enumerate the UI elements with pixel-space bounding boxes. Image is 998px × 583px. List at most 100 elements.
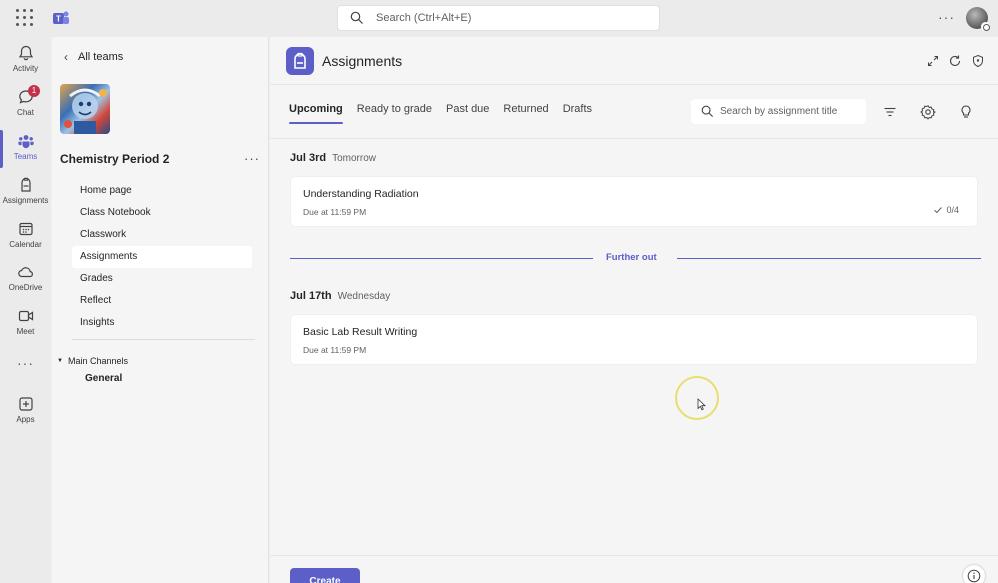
- assignment-tabs: Upcoming Ready to grade Past due Returne…: [289, 103, 606, 127]
- info-button[interactable]: [963, 565, 985, 583]
- divider: [72, 339, 255, 340]
- rail-label: Assignments: [2, 196, 49, 205]
- rail-item-teams[interactable]: Teams: [0, 128, 51, 170]
- top-bar: T ···: [0, 0, 998, 37]
- info-icon: [967, 569, 981, 583]
- app-launcher-icon[interactable]: [16, 9, 34, 27]
- tab-past-due[interactable]: Past due: [446, 103, 489, 124]
- cloud-icon: [17, 267, 33, 278]
- team-panel: ‹ All teams Chemistry Period 2 ··· Home …: [52, 37, 269, 583]
- rail-label: OneDrive: [8, 283, 43, 292]
- team-more-options-icon[interactable]: ···: [244, 151, 260, 166]
- gear-icon[interactable]: [920, 104, 936, 120]
- assignment-search[interactable]: [691, 99, 866, 124]
- team-avatar: [60, 84, 110, 134]
- more-apps-icon[interactable]: ···: [0, 355, 51, 371]
- search-icon: [350, 11, 363, 24]
- mouse-pointer-icon: [697, 398, 706, 411]
- group-relative-date: Tomorrow: [332, 153, 376, 164]
- all-teams-label: All teams: [78, 51, 124, 63]
- tab-upcoming[interactable]: Upcoming: [289, 103, 343, 124]
- tab-ready-to-grade[interactable]: Ready to grade: [357, 103, 432, 124]
- team-name: Chemistry Period 2: [60, 152, 170, 166]
- rail-label: Meet: [16, 327, 35, 336]
- app-rail: Activity 1 Chat Teams Assignments Calend…: [0, 37, 51, 583]
- group-relative-date: Wednesday: [337, 291, 391, 302]
- global-search-input[interactable]: [376, 12, 636, 24]
- nav-item-classwork[interactable]: Classwork: [72, 224, 252, 246]
- caret-down-icon: ▼: [57, 358, 63, 364]
- chat-unread-badge: 1: [28, 85, 40, 97]
- assignment-due: Due at 11:59 PM: [303, 345, 367, 355]
- teams-logo-icon: T: [53, 11, 69, 24]
- rail-item-apps[interactable]: Apps: [0, 391, 51, 433]
- rail-label: Calendar: [9, 240, 42, 249]
- profile-avatar[interactable]: [966, 7, 990, 31]
- rail-item-meet[interactable]: Meet: [0, 303, 51, 345]
- assignment-due: Due at 11:59 PM: [303, 207, 367, 217]
- further-out-divider: Further out: [290, 251, 981, 267]
- turned-in-status: 0/4: [933, 205, 959, 215]
- assignments-main: Assignments Upcoming Ready to grade Past…: [270, 37, 998, 583]
- divider-line: [677, 258, 981, 259]
- all-teams-link[interactable]: ‹ All teams: [64, 50, 123, 64]
- nav-item-class-notebook[interactable]: Class Notebook: [72, 202, 252, 224]
- assignment-title: Understanding Radiation: [303, 188, 419, 200]
- refresh-icon[interactable]: [948, 54, 962, 68]
- app-title: Assignments: [322, 53, 403, 69]
- chevron-left-icon: ‹: [64, 50, 68, 64]
- nav-item-grades[interactable]: Grades: [72, 268, 252, 290]
- assignments-icon: [20, 177, 31, 192]
- channels-section-toggle[interactable]: ▼ Main Channels: [57, 356, 128, 366]
- rail-label: Teams: [13, 152, 38, 161]
- divider: [270, 138, 998, 139]
- assignment-card[interactable]: Understanding Radiation Due at 11:59 PM …: [291, 177, 977, 226]
- search-icon: [701, 105, 714, 118]
- date-group-header: Jul 17th Wednesday: [290, 290, 390, 302]
- nav-item-insights[interactable]: Insights: [72, 312, 252, 334]
- assignment-title: Basic Lab Result Writing: [303, 326, 418, 338]
- svg-text:T: T: [56, 15, 61, 24]
- tab-drafts[interactable]: Drafts: [563, 103, 592, 124]
- group-date: Jul 3rd: [290, 152, 327, 164]
- date-group-header: Jul 3rd Tomorrow: [290, 152, 376, 164]
- shield-icon[interactable]: [971, 54, 985, 68]
- channel-item-general[interactable]: General: [85, 373, 122, 384]
- expand-icon[interactable]: [926, 54, 940, 68]
- presence-status-icon: [981, 22, 990, 31]
- nav-item-home-page[interactable]: Home page: [72, 180, 252, 202]
- plus-box-icon: [18, 397, 33, 411]
- settings-more-icon[interactable]: ···: [938, 9, 955, 25]
- channels-header: Main Channels: [67, 356, 128, 366]
- create-button[interactable]: Create: [290, 568, 360, 583]
- assignment-search-input[interactable]: [720, 106, 860, 117]
- rail-item-calendar[interactable]: Calendar: [0, 216, 51, 258]
- checkmark-icon: [934, 207, 943, 214]
- rail-item-activity[interactable]: Activity: [0, 40, 51, 82]
- team-nav: Home page Class Notebook Classwork Assig…: [72, 180, 252, 334]
- divider-line: [290, 258, 593, 259]
- global-search[interactable]: [337, 5, 660, 31]
- teams-icon: [17, 135, 34, 149]
- turned-in-count: 0/4: [946, 205, 959, 215]
- nav-item-reflect[interactable]: Reflect: [72, 290, 252, 312]
- team-avatar-art: [64, 88, 107, 134]
- further-out-label: Further out: [606, 252, 657, 263]
- assignments-app-icon: [286, 47, 314, 75]
- rail-label: Chat: [17, 108, 34, 117]
- footer: Create: [270, 555, 998, 583]
- rail-item-assignments[interactable]: Assignments: [0, 172, 51, 214]
- assignment-card[interactable]: Basic Lab Result Writing Due at 11:59 PM: [291, 315, 977, 364]
- group-date: Jul 17th: [290, 290, 332, 302]
- filter-icon[interactable]: [882, 104, 898, 120]
- video-icon: [18, 310, 33, 322]
- calendar-icon: [18, 222, 33, 236]
- app-header: Assignments: [270, 37, 998, 85]
- tab-returned[interactable]: Returned: [503, 103, 548, 124]
- bell-icon: [18, 45, 33, 61]
- nav-item-assignments[interactable]: Assignments: [72, 246, 252, 268]
- rail-item-chat[interactable]: 1 Chat: [0, 84, 51, 126]
- rail-label: Activity: [12, 64, 39, 73]
- rail-item-onedrive[interactable]: OneDrive: [0, 259, 51, 301]
- lightbulb-icon[interactable]: [958, 104, 974, 120]
